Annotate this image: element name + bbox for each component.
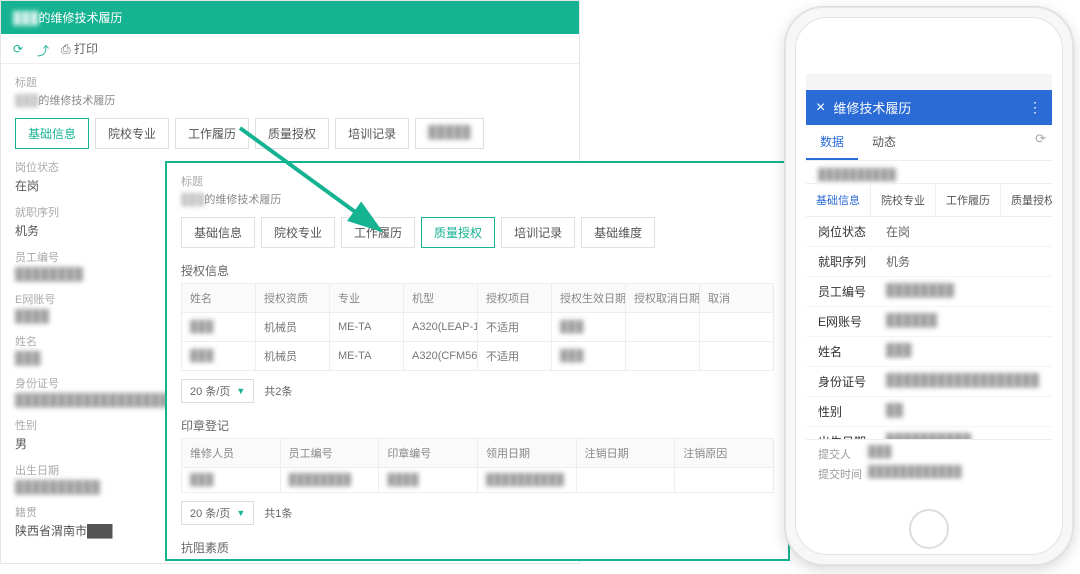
- mobile-field: 性别██: [806, 397, 1052, 427]
- inner-tab-4[interactable]: 培训记录: [501, 217, 575, 248]
- stamp-table: 维修人员员工编号印章编号领用日期注销日期注销原因████████████████…: [181, 438, 774, 493]
- auth-section-title: 授权信息: [181, 262, 774, 279]
- breadcrumb-label: 标题: [181, 173, 774, 189]
- tab-5[interactable]: █████: [415, 118, 484, 149]
- refresh-icon[interactable]: ⟳: [1035, 131, 1046, 147]
- mobile-header: × 维修技术履历 ⋮: [806, 90, 1052, 125]
- resist-section-title: 抗阻素质: [181, 539, 774, 556]
- stamp-total: 共1条: [264, 505, 292, 521]
- mobile-field: 岗位状态在岗: [806, 217, 1052, 247]
- refresh-icon[interactable]: ⟳: [13, 42, 27, 56]
- window-title-suffix: 的维修技术履历: [39, 11, 123, 25]
- mobile-tabs: 数据动态 ⟳: [806, 125, 1052, 161]
- stamp-pager: 20 条/页▼ 共1条: [181, 501, 774, 525]
- auth-total: 共2条: [264, 383, 292, 399]
- tab-4[interactable]: 培训记录: [335, 118, 409, 149]
- phone-frame: × 维修技术履历 ⋮ 数据动态 ⟳ ██████████ 基础信息院校专业工作履历…: [784, 6, 1074, 566]
- col-header: 姓名: [182, 284, 256, 313]
- tab-row-inner: 基础信息院校专业工作履历质量授权培训记录基础维度: [181, 217, 774, 256]
- chevron-down-icon: ▼: [236, 508, 245, 518]
- mobile-chip-2[interactable]: 工作履历: [936, 184, 1001, 216]
- auth-pager: 20 条/页▼ 共2条: [181, 379, 774, 403]
- mobile-chip-3[interactable]: 质量授权: [1001, 184, 1052, 216]
- share-icon[interactable]: ⤴: [37, 42, 51, 56]
- mobile-tab-1[interactable]: 动态: [858, 125, 910, 160]
- resist-table: 维修专业是否签署机型签署机型初期颁发日期下次机型发动机型号签署日期: [181, 560, 774, 561]
- tab-2[interactable]: 工作履历: [175, 118, 249, 149]
- col-header: 专业: [330, 284, 404, 313]
- mobile-field: 员工编号████████: [806, 277, 1052, 307]
- col-header: 维修人员: [182, 439, 281, 468]
- mobile-title: 维修技术履历: [833, 98, 911, 117]
- tab-3[interactable]: 质量授权: [255, 118, 329, 149]
- page-size-select-2[interactable]: 20 条/页▼: [181, 501, 254, 525]
- inner-tab-3[interactable]: 质量授权: [421, 217, 495, 248]
- mobile-field: 身份证号██████████████████: [806, 367, 1052, 397]
- inner-tab-1[interactable]: 院校专业: [261, 217, 335, 248]
- stamp-section-title: 印章登记: [181, 417, 774, 434]
- window-front: 标题 ███的维修技术履历 基础信息院校专业工作履历质量授权培训记录基础维度 授…: [165, 161, 790, 561]
- chevron-down-icon: ▼: [236, 386, 245, 396]
- mobile-subtitle: ██████████: [806, 161, 1052, 183]
- more-icon[interactable]: ⋮: [1028, 99, 1042, 116]
- col-header: 授权资质: [256, 284, 330, 313]
- col-header: 授权取消日期: [626, 284, 700, 313]
- tab-0[interactable]: 基础信息: [15, 118, 89, 149]
- toolbar: ⟳ ⤴ ⎙ 打印: [1, 34, 579, 64]
- mobile-field: 姓名███: [806, 337, 1052, 367]
- tab-1[interactable]: 院校专业: [95, 118, 169, 149]
- mobile-chip-row: 基础信息院校专业工作履历质量授权培: [806, 183, 1052, 217]
- mobile-field: 就职序列机务: [806, 247, 1052, 277]
- table-row[interactable]: █████████████████████████: [182, 468, 774, 493]
- close-icon[interactable]: ×: [816, 100, 825, 116]
- mobile-footer: 提交人███提交时间████████████: [806, 439, 1052, 488]
- tab-row: 基础信息院校专业工作履历质量授权培训记录█████: [1, 118, 579, 159]
- col-header: 注销日期: [576, 439, 675, 468]
- inner-tab-5[interactable]: 基础维度: [581, 217, 655, 248]
- breadcrumb: 标题 ███的维修技术履历: [1, 64, 579, 118]
- mobile-kv-list: 岗位状态在岗就职序列机务员工编号████████E网账号██████姓名███身…: [806, 217, 1052, 439]
- col-header: 授权项目: [478, 284, 552, 313]
- mobile-statusbar: [806, 74, 1052, 90]
- inner-tab-2[interactable]: 工作履历: [341, 217, 415, 248]
- mobile-tab-0[interactable]: 数据: [806, 125, 858, 160]
- col-header: 取消: [700, 284, 774, 313]
- print-button[interactable]: ⎙ 打印: [61, 40, 98, 57]
- phone-screen: × 维修技术履历 ⋮ 数据动态 ⟳ ██████████ 基础信息院校专业工作履历…: [806, 74, 1052, 488]
- mobile-chip-1[interactable]: 院校专业: [871, 184, 936, 216]
- col-header: 员工编号: [280, 439, 379, 468]
- home-button[interactable]: [909, 509, 949, 549]
- col-header: 领用日期: [477, 439, 576, 468]
- page-size-select[interactable]: 20 条/页▼: [181, 379, 254, 403]
- mobile-field: E网账号██████: [806, 307, 1052, 337]
- inner-tab-0[interactable]: 基础信息: [181, 217, 255, 248]
- mobile-chip-0[interactable]: 基础信息: [806, 184, 871, 216]
- col-header: 授权生效日期: [552, 284, 626, 313]
- col-header: 印章编号: [379, 439, 478, 468]
- col-header: 注销原因: [675, 439, 774, 468]
- breadcrumb-value: ███的维修技术履历: [181, 191, 774, 207]
- mobile-field: 出生日期██████████: [806, 427, 1052, 439]
- col-header: 机型: [404, 284, 478, 313]
- table-row[interactable]: ███机械员ME-TAA320(CFM56)不适用███: [182, 342, 774, 371]
- auth-table: 姓名授权资质专业机型授权项目授权生效日期授权取消日期取消███机械员ME-TAA…: [181, 283, 774, 371]
- table-row[interactable]: ███机械员ME-TAA320(LEAP-1A)不适用███: [182, 313, 774, 342]
- window-titlebar: ███的维修技术履历: [1, 1, 579, 34]
